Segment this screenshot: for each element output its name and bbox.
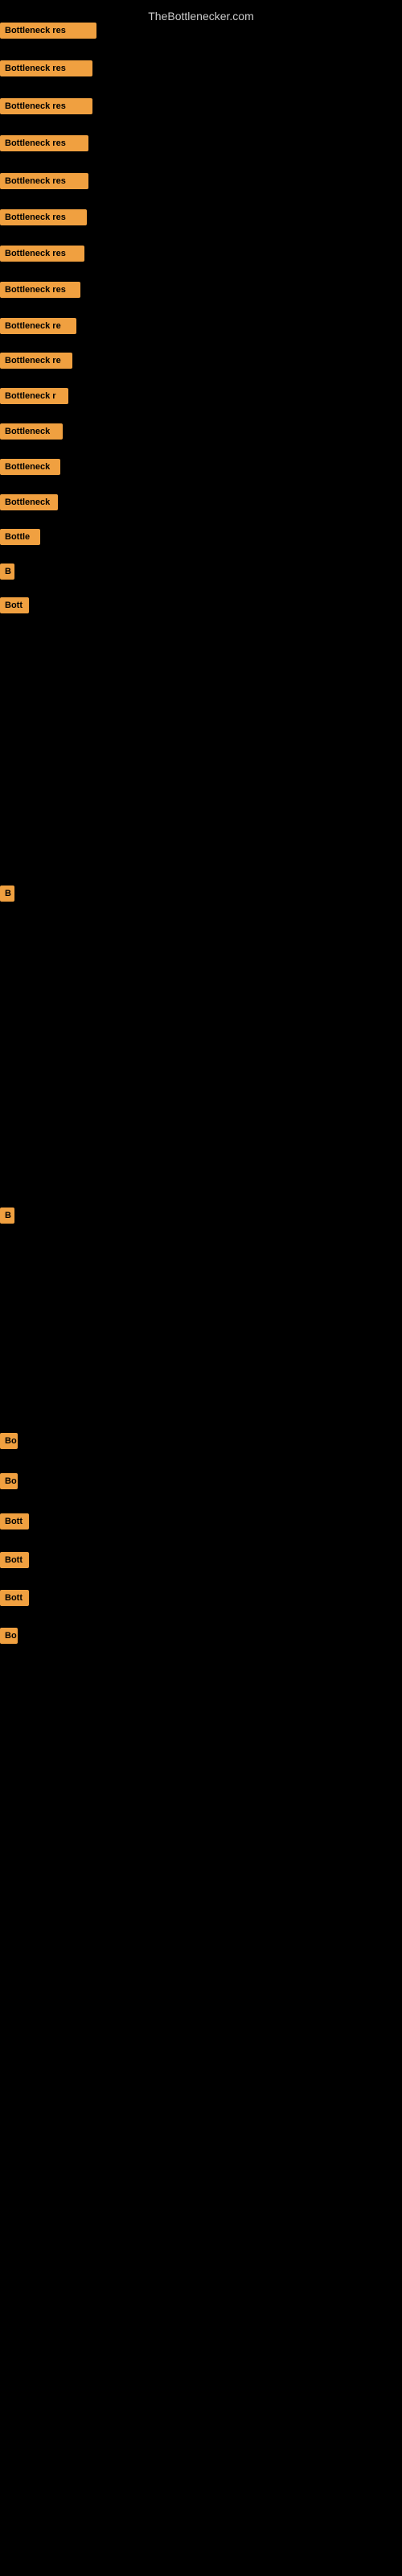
button-btn24[interactable]: Bott xyxy=(0,1590,29,1606)
button-btn14[interactable]: Bottleneck xyxy=(0,494,58,510)
button-btn9[interactable]: Bottleneck re xyxy=(0,318,76,334)
button-btn23[interactable]: Bott xyxy=(0,1552,29,1568)
button-btn2[interactable]: Bottleneck res xyxy=(0,60,92,76)
button-btn12[interactable]: Bottleneck xyxy=(0,423,63,440)
button-btn15[interactable]: Bottle xyxy=(0,529,40,545)
button-btn11[interactable]: Bottleneck r xyxy=(0,388,68,404)
button-btn17[interactable]: Bott xyxy=(0,597,29,613)
button-btn1[interactable]: Bottleneck res xyxy=(0,23,96,39)
button-btn19[interactable]: B xyxy=(0,1208,14,1224)
button-btn10[interactable]: Bottleneck re xyxy=(0,353,72,369)
button-btn5[interactable]: Bottleneck res xyxy=(0,173,88,189)
button-btn18[interactable]: B xyxy=(0,886,14,902)
button-btn20[interactable]: Bo xyxy=(0,1433,18,1449)
button-btn16[interactable]: B xyxy=(0,564,14,580)
button-btn6[interactable]: Bottleneck res xyxy=(0,209,87,225)
button-btn25[interactable]: Bo xyxy=(0,1628,18,1644)
button-btn3[interactable]: Bottleneck res xyxy=(0,98,92,114)
button-btn4[interactable]: Bottleneck res xyxy=(0,135,88,151)
button-btn7[interactable]: Bottleneck res xyxy=(0,246,84,262)
button-btn8[interactable]: Bottleneck res xyxy=(0,282,80,298)
button-btn21[interactable]: Bo xyxy=(0,1473,18,1489)
button-btn22[interactable]: Bott xyxy=(0,1513,29,1530)
button-btn13[interactable]: Bottleneck xyxy=(0,459,60,475)
